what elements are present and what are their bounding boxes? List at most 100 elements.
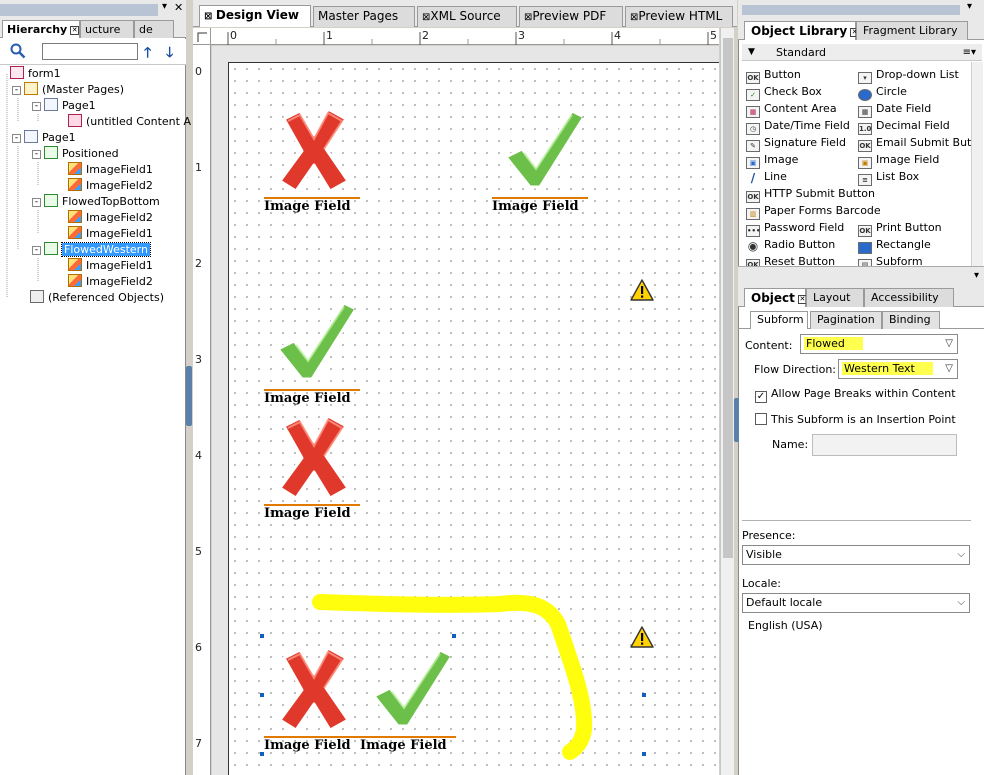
ruler-label: 3 xyxy=(518,29,525,42)
tree-node-master-page1[interactable]: - Page1 xyxy=(32,98,96,114)
tab-accessibility[interactable]: Accessibility xyxy=(864,288,954,307)
left-splitter-handle[interactable] xyxy=(186,366,192,426)
tree-node-flowedwestern[interactable]: - FlowedWestern xyxy=(32,242,151,258)
insertion-point-checkbox[interactable]: This Subform is an Insertion Point xyxy=(755,413,956,426)
tree-node-form[interactable]: form1 xyxy=(10,66,61,82)
collapse-triangle-icon[interactable]: ▼ xyxy=(748,44,755,61)
library-item-password[interactable]: ••• Password Field xyxy=(746,219,844,237)
collapse-icon[interactable]: - xyxy=(12,134,21,143)
tree-node-imagefield[interactable]: ImageField1 xyxy=(68,258,153,274)
library-group-header[interactable]: ▼ Standard ≡▾ xyxy=(742,44,982,61)
selection-handle[interactable] xyxy=(452,634,456,638)
library-item-content-area[interactable]: ▦ Content Area xyxy=(746,100,837,118)
hierarchy-search-input[interactable] xyxy=(42,43,138,60)
collapse-icon[interactable]: - xyxy=(32,102,41,111)
subtab-binding[interactable]: Binding xyxy=(882,311,940,329)
tab-close-icon[interactable]: ✕ xyxy=(70,26,79,35)
subtab-subform[interactable]: Subform xyxy=(750,311,808,329)
tree-node-positioned[interactable]: - Positioned xyxy=(32,146,119,162)
library-item-radio[interactable]: ◉ Radio Button xyxy=(746,236,836,253)
library-item-rectangle[interactable]: □ Rectangle xyxy=(858,236,931,254)
image-field-check[interactable]: Image Field xyxy=(264,297,360,427)
design-vertical-scrollbar[interactable] xyxy=(720,28,734,775)
tree-node-imagefield[interactable]: ImageField1 xyxy=(68,226,153,242)
panel-divider[interactable]: ▾ xyxy=(738,266,984,286)
library-item-image-field[interactable]: ▣ Image Field xyxy=(858,151,939,169)
tree-node-content-area[interactable]: (untitled Content A xyxy=(68,114,191,130)
collapse-icon[interactable]: - xyxy=(32,246,41,255)
tab-object[interactable]: Object ✕ xyxy=(744,288,807,307)
locale-select[interactable]: Default locale ⌵ xyxy=(742,593,970,613)
tree-node-page1[interactable]: - Page1 xyxy=(12,130,76,146)
image-field-check[interactable]: Image Field xyxy=(360,644,456,772)
tab-label: Design View xyxy=(215,8,299,22)
arrow-up-icon[interactable]: 🡑 xyxy=(144,42,151,66)
tab-close-icon[interactable]: ⊠ xyxy=(204,11,216,22)
library-item-date-time-field[interactable]: ◷ Date/Time Field xyxy=(746,117,850,135)
warning-icon[interactable] xyxy=(630,626,654,648)
tab-preview-pdf[interactable]: ⊠Preview PDF xyxy=(519,6,623,27)
tab-structure[interactable]: ucture xyxy=(80,20,134,38)
tree-node-master-pages[interactable]: - (Master Pages) xyxy=(12,82,124,98)
image-field-check[interactable]: Image Field xyxy=(492,105,588,235)
collapse-icon[interactable]: - xyxy=(32,150,41,159)
tab-hierarchy[interactable]: Hierarchy ✕ xyxy=(2,20,80,38)
collapse-icon[interactable]: - xyxy=(12,86,21,95)
content-select[interactable]: Flowed ▽ xyxy=(800,334,958,354)
library-item-http-submit[interactable]: OK HTTP Submit Button xyxy=(746,185,875,203)
library-item-check-box[interactable]: ✓ Check Box xyxy=(746,83,822,101)
panel-close-icon[interactable]: ✕ xyxy=(174,1,183,14)
library-item-decimal[interactable]: 1.0 Decimal Field xyxy=(858,117,950,135)
image-field-x[interactable]: Image Field xyxy=(264,412,360,542)
selection-handle[interactable] xyxy=(642,693,646,697)
library-item-barcode[interactable]: ▥ Paper Forms Barcode xyxy=(746,202,881,220)
library-item-signature-field[interactable]: ✎ Signature Field xyxy=(746,134,846,152)
tab-preview-html[interactable]: ⊠Preview HTML xyxy=(625,6,733,27)
warning-icon[interactable] xyxy=(630,279,654,301)
library-item-image[interactable]: ▣ Image xyxy=(746,151,798,169)
search-icon[interactable] xyxy=(10,43,26,59)
library-scrollbar[interactable] xyxy=(971,62,983,266)
panel-menu-icon[interactable]: ▾ xyxy=(974,270,979,281)
tab-xml-source[interactable]: ⊠XML Source xyxy=(417,6,517,27)
tree-node-imagefield[interactable]: ImageField2 xyxy=(68,210,153,226)
presence-select[interactable]: Visible ⌵ xyxy=(742,545,970,565)
library-item-print-button[interactable]: OK Print Button xyxy=(858,219,942,237)
library-item-email-submit[interactable]: OK Email Submit Button xyxy=(858,134,982,152)
library-item-dropdown[interactable]: ▾ Drop-down List xyxy=(858,66,959,84)
arrow-down-icon[interactable]: 🡓 xyxy=(166,42,173,66)
tree-node-flowedtopbottom[interactable]: - FlowedTopBottom xyxy=(32,194,160,210)
scrollbar-thumb[interactable] xyxy=(723,38,733,558)
allow-page-breaks-checkbox[interactable]: ✓ Allow Page Breaks within Content xyxy=(755,387,956,403)
image-field-x[interactable]: Image Field xyxy=(264,105,360,235)
tree-node-imagefield[interactable]: ImageField2 xyxy=(68,274,153,290)
library-item-circle[interactable]: ○ Circle xyxy=(858,83,907,101)
selection-handle[interactable] xyxy=(642,752,646,756)
tab-object-library[interactable]: Object Library ✕ xyxy=(744,21,860,40)
library-item-button[interactable]: OK Button xyxy=(746,66,801,84)
tab-design-view[interactable]: ⊠ Design View xyxy=(199,5,311,27)
panel-menu-icon[interactable]: ▾ xyxy=(967,1,972,12)
group-menu-icon[interactable]: ≡▾ xyxy=(963,44,976,61)
tab-other[interactable]: de xyxy=(134,20,174,38)
tab-fragment-library[interactable]: Fragment Library xyxy=(856,21,968,40)
tree-node-imagefield[interactable]: ImageField2 xyxy=(68,178,153,194)
tree-node-imagefield[interactable]: ImageField1 xyxy=(68,162,153,178)
subtab-pagination[interactable]: Pagination xyxy=(810,311,882,329)
library-item-date-field[interactable]: ▦ Date Field xyxy=(858,100,931,118)
tab-master-pages[interactable]: Master Pages xyxy=(313,6,415,27)
library-item-line[interactable]: / Line xyxy=(746,168,787,185)
collapse-icon[interactable]: - xyxy=(32,198,41,207)
image-field-x[interactable]: Image Field xyxy=(264,644,360,772)
tab-layout[interactable]: Layout xyxy=(806,288,864,307)
library-item-subform[interactable]: ▤ Subform xyxy=(858,253,923,266)
right-splitter-handle[interactable] xyxy=(734,398,739,442)
panel-menu-icon[interactable]: ▾ xyxy=(162,1,167,12)
flow-direction-select[interactable]: Western Text ▽ xyxy=(838,359,958,379)
tree-node-referenced-objects[interactable]: (Referenced Objects) xyxy=(30,290,164,306)
library-item-list-box[interactable]: ≡ List Box xyxy=(858,168,919,186)
library-item-reset[interactable]: OK Reset Button xyxy=(746,253,835,266)
tree-label: Page1 xyxy=(62,99,96,112)
selection-handle[interactable] xyxy=(260,634,264,638)
name-field[interactable] xyxy=(812,434,957,456)
